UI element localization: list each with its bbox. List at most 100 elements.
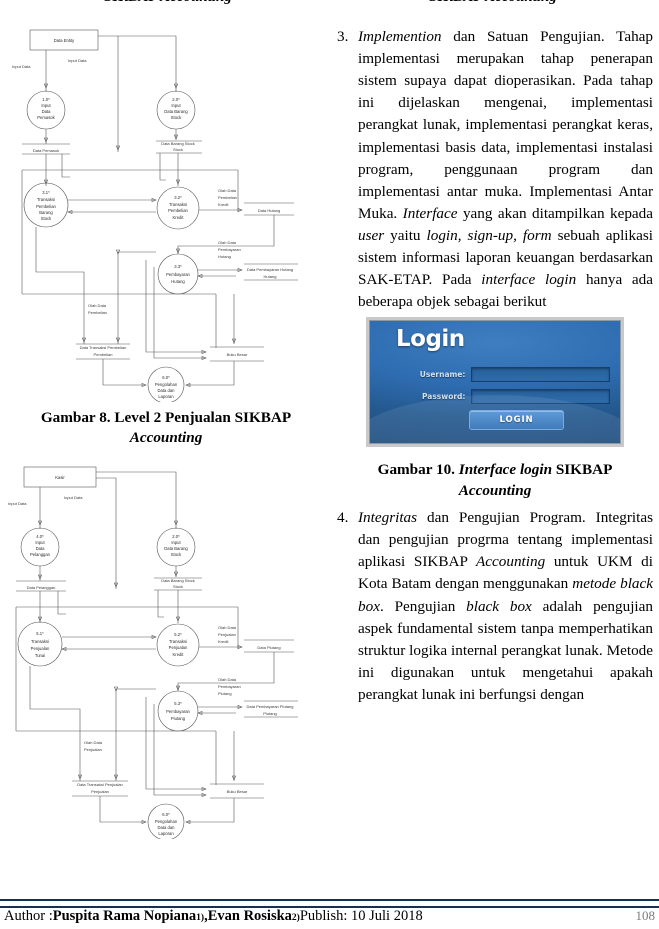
login-submit-button[interactable]: LOGIN xyxy=(469,410,564,431)
svg-text:Transaksi: Transaksi xyxy=(31,639,49,644)
page-footer: Author : Puspita Rama Nopiana 1), Evan Ro… xyxy=(4,908,655,925)
fig9-process-5-id: 5.3* xyxy=(174,701,182,706)
fig8-datastore-2: Data Barang Stock xyxy=(161,141,195,146)
figure-8-caption-line2: Accounting xyxy=(129,429,203,447)
left-column: Data Entity Input Data Input Data 1.0* I… xyxy=(6,22,326,839)
login-panel: Login Username: Password: LOGIN xyxy=(369,320,621,445)
username-input[interactable] xyxy=(471,367,610,383)
svg-text:Kredit: Kredit xyxy=(218,639,229,644)
footer-author-2: Evan Rosiska xyxy=(207,908,292,924)
fig8-process-6-id: 6.0* xyxy=(162,375,170,380)
svg-text:Stock: Stock xyxy=(173,584,183,589)
svg-text:Kredit: Kredit xyxy=(218,202,229,207)
footer-author-2-sup: 2) xyxy=(291,913,300,923)
svg-text:Stock: Stock xyxy=(173,147,183,152)
svg-text:Pemasok: Pemasok xyxy=(37,115,55,120)
fig8-process-1-id: 1.0* xyxy=(42,97,50,102)
svg-text:Piutang: Piutang xyxy=(263,711,277,716)
right-column: 3. Implemention dan Satuan Pengujian. Ta… xyxy=(337,26,653,706)
footer-author-1: Puspita Rama Nopiana xyxy=(52,908,197,924)
svg-text:Hutang: Hutang xyxy=(264,274,277,279)
figure-10-caption-prefix: Gambar 10. xyxy=(377,461,459,479)
fig9-flow-olah-penjualan: Olah Data xyxy=(84,740,103,745)
item-3-text: Implemention dan Satuan Pengujian. Tahap… xyxy=(358,28,654,311)
fig8-flow-input-1: Input Data xyxy=(12,64,31,69)
fig9-datastore-3: Data Piutang xyxy=(257,645,280,650)
fig9-datastore-1: Data Pelanggan xyxy=(27,585,56,590)
fig8-entity-label: Data Entity xyxy=(54,38,75,43)
svg-text:Penjualan: Penjualan xyxy=(218,632,236,637)
figure-10-caption-italic: Interface login xyxy=(458,461,553,479)
fig8-process-3-id: 3.1* xyxy=(42,190,50,195)
svg-text:Penjualan: Penjualan xyxy=(91,789,109,794)
svg-text:Pembayaran: Pembayaran xyxy=(166,272,190,277)
svg-text:Data: Data xyxy=(42,109,52,114)
svg-text:Stock: Stock xyxy=(171,552,182,557)
svg-text:Pembelian: Pembelian xyxy=(94,352,113,357)
svg-text:Input: Input xyxy=(35,540,45,545)
svg-text:Input: Input xyxy=(171,540,181,545)
fig9-process-4-id: 5.2* xyxy=(174,632,182,637)
svg-text:Transaksi: Transaksi xyxy=(37,197,55,202)
fig8-flow-olah-pembelian: Olah Data xyxy=(88,303,107,308)
login-title: Login xyxy=(396,326,465,353)
fig8-datastore-3: Data Hutang xyxy=(258,208,280,213)
svg-text:Data Barang: Data Barang xyxy=(164,546,188,551)
svg-text:Kredit: Kredit xyxy=(173,215,185,220)
svg-text:Pembelian: Pembelian xyxy=(36,204,56,209)
username-label: Username: xyxy=(419,370,466,380)
fig9-datastore-2: Data Barang Stock xyxy=(161,578,195,583)
svg-text:Stock: Stock xyxy=(41,216,52,221)
item-4-text: Integritas dan Pengujian Program. Integr… xyxy=(358,509,654,704)
svg-text:Pembelian: Pembelian xyxy=(168,208,188,213)
svg-text:Penjualan: Penjualan xyxy=(84,747,102,752)
fig8-process-4-id: 3.2* xyxy=(174,195,182,200)
fig9-process-6-id: 6.0* xyxy=(162,812,170,817)
page-number: 108 xyxy=(635,908,656,923)
svg-text:Kredit: Kredit xyxy=(173,652,185,657)
fig8-datastore-5: Data Transaksi Pembelian xyxy=(80,345,127,350)
fig8-flow-olah-kredit: Olah Data xyxy=(218,188,237,193)
figure-10-caption-tail: SIKBAP xyxy=(552,461,613,479)
svg-text:Laporan: Laporan xyxy=(158,394,174,399)
figure-8-caption-line1: Gambar 8. Level 2 Penjualan SIKBAP xyxy=(40,409,292,426)
fig8-process-5-id: 3.3* xyxy=(174,264,182,269)
figure-8-dfd: Data Entity Input Data Input Data 1.0* I… xyxy=(6,22,326,402)
svg-text:Data Barang: Data Barang xyxy=(164,109,188,114)
svg-text:Pembayaran: Pembayaran xyxy=(166,709,190,714)
svg-text:Stock: Stock xyxy=(171,115,182,120)
fig9-flow-input-2: Input Data xyxy=(64,495,83,500)
svg-text:Data dan: Data dan xyxy=(158,825,176,830)
footer-author-1-sup: 1) xyxy=(196,913,205,923)
fig9-flow-olah-kredit: Olah Data xyxy=(218,625,237,630)
svg-text:Data: Data xyxy=(36,546,46,551)
svg-text:Barang: Barang xyxy=(39,210,53,215)
running-head-left: SIKBAP Accounting xyxy=(8,0,328,5)
svg-text:Penjualan: Penjualan xyxy=(169,645,188,650)
fig9-flow-olah-bayar: Olah Data xyxy=(218,677,237,682)
password-row: Password: xyxy=(410,389,610,405)
svg-text:Pembayaran: Pembayaran xyxy=(218,684,241,689)
svg-text:Piutang: Piutang xyxy=(171,716,186,721)
list-number-3: 3. xyxy=(337,28,349,45)
fig9-datastore-4: Data Pembayaran Piutang xyxy=(247,704,294,709)
fig8-datastore-1: Data Pemasok xyxy=(33,148,59,153)
fig8-flow-olah-bayar: Olah Data xyxy=(218,240,237,245)
list-number-4: 4. xyxy=(337,509,349,527)
svg-text:Pembelian: Pembelian xyxy=(88,310,107,315)
body-paragraph-item-3: 3. Implemention dan Satuan Pengujian. Ta… xyxy=(337,26,653,313)
body-paragraph-item-4: 4. Integritas dan Pengujian Program. Int… xyxy=(337,507,653,706)
password-input[interactable] xyxy=(471,389,610,405)
svg-text:Laporan: Laporan xyxy=(158,831,174,836)
svg-text:Pembelian: Pembelian xyxy=(218,195,237,200)
username-row: Username: xyxy=(410,367,610,383)
footer-author-lead: Author : xyxy=(4,908,53,924)
svg-text:Pengolahan: Pengolahan xyxy=(155,819,178,824)
svg-text:Input: Input xyxy=(171,103,181,108)
fig9-flow-input-1: Input Data xyxy=(8,501,27,506)
svg-text:Tunai: Tunai xyxy=(35,653,45,658)
running-head-right: SIKBAP Accounting xyxy=(333,0,653,5)
svg-text:Penjualan: Penjualan xyxy=(31,646,50,651)
password-label: Password: xyxy=(421,392,466,402)
fig9-process-3-id: 5.1* xyxy=(36,631,44,636)
